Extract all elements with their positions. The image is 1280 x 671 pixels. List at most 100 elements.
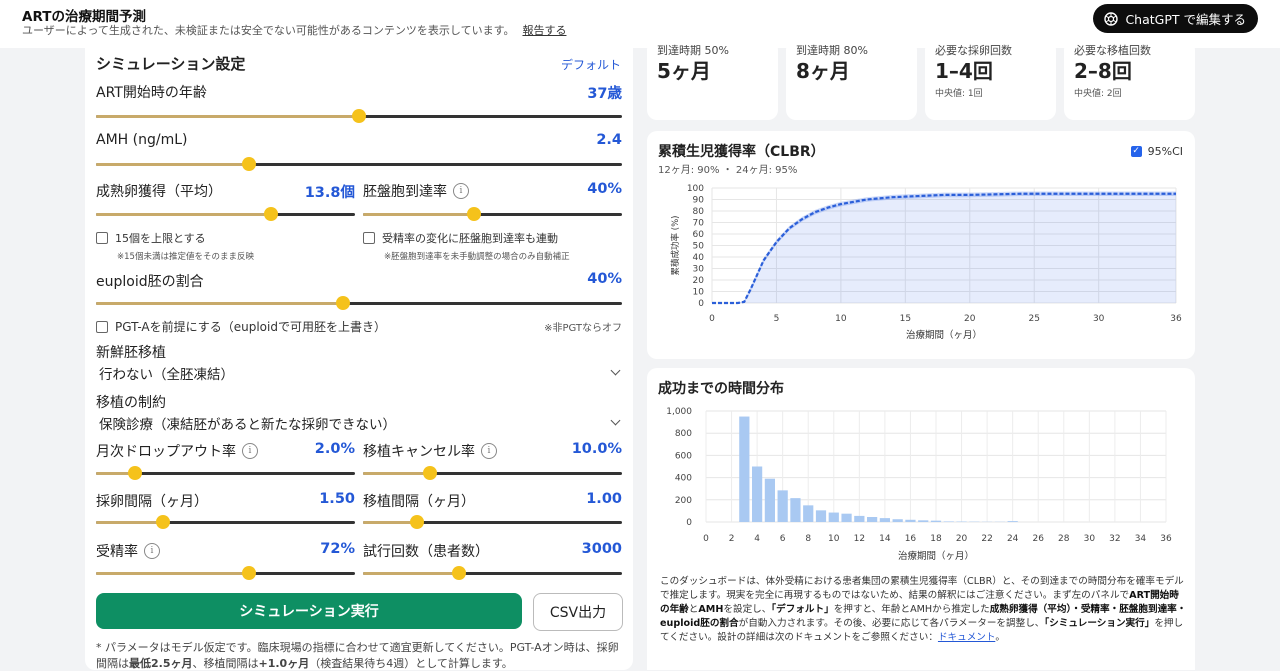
amh-value: 2.4 — [522, 132, 622, 148]
blast-slider[interactable] — [363, 213, 622, 216]
fertilization-slider-thumb[interactable] — [242, 566, 256, 580]
footnote-bold: +1.0ヶ月 — [259, 657, 310, 670]
histogram-bar — [944, 521, 954, 522]
desc-bold: 「シミュレーション実行」 — [1044, 618, 1154, 629]
info-icon[interactable]: i — [144, 543, 160, 559]
age-slider-thumb[interactable] — [352, 109, 366, 123]
eggs-slider-thumb[interactable] — [264, 207, 278, 221]
x-tick-label: 8 — [805, 534, 811, 544]
y-tick-label: 70 — [693, 219, 705, 229]
metric-value: 1–4回 — [935, 55, 993, 84]
trials-slider-thumb[interactable] — [452, 566, 466, 580]
retrieval-interval-slider-thumb[interactable] — [156, 515, 170, 529]
y-tick-label: 40 — [693, 253, 705, 263]
blast-label: 胚盤胞到達率 — [363, 181, 447, 201]
checkbox-unchecked[interactable] — [96, 321, 108, 333]
document-link[interactable]: ドキュメント — [938, 632, 995, 643]
age-value: 37歳 — [522, 82, 622, 103]
x-tick-label: 25 — [1028, 314, 1039, 324]
y-tick-label: 0 — [686, 518, 692, 528]
desc-text: このダッシュボードは、体外受精における患者集団の累積生児獲得率（CLBR）と、そ… — [660, 576, 1184, 601]
linked-label: 受精率の変化に胚盤胞到達率も連動 — [382, 230, 558, 246]
checkbox-unchecked[interactable] — [96, 232, 108, 244]
x-tick-label: 16 — [905, 534, 917, 544]
x-tick-label: 22 — [981, 534, 992, 544]
blast-slider-thumb[interactable] — [467, 207, 481, 221]
transfer-interval-slider[interactable] — [363, 521, 622, 524]
histogram-bar — [803, 505, 813, 522]
cancel-slider-thumb[interactable] — [423, 466, 437, 480]
x-tick-label: 4 — [754, 534, 760, 544]
metric-card: 必要な移植回数 2–8回 中央値: 2回 — [1064, 40, 1195, 120]
x-tick-label: 36 — [1160, 534, 1172, 544]
cap15-note: ※15個未満は推定値をそのまま反映 — [117, 250, 254, 262]
chevron-down-icon[interactable] — [611, 416, 621, 426]
eggs-slider[interactable] — [96, 213, 355, 216]
trials-slider[interactable] — [363, 572, 622, 575]
linked-checkbox[interactable]: 受精率の変化に胚盤胞到達率も連動 — [363, 230, 558, 246]
eggs-value: 13.8個 — [255, 181, 355, 202]
y-tick-label: 200 — [675, 496, 692, 506]
edit-in-chatgpt-label: ChatGPT で編集する — [1125, 9, 1246, 28]
cancel-label-wrap: 移植キャンセル率i — [363, 441, 497, 461]
y-tick-label: 10 — [693, 288, 705, 298]
x-tick-label: 32 — [1109, 534, 1120, 544]
edit-in-chatgpt-button[interactable]: ChatGPT で編集する — [1093, 4, 1258, 33]
x-tick-label: 28 — [1058, 534, 1070, 544]
cap15-label: 15個を上限とする — [115, 230, 206, 246]
cap15-checkbox[interactable]: 15個を上限とする — [96, 230, 206, 246]
report-link[interactable]: 報告する — [522, 24, 566, 37]
dropout-label: 月次ドロップアウト率 — [96, 441, 236, 461]
euploid-slider-thumb[interactable] — [336, 296, 350, 310]
constraint-select[interactable]: 保険診療（凍結胚があると新たな採卵できない） — [99, 413, 396, 433]
retrieval-interval-slider[interactable] — [96, 521, 355, 524]
desc-text: を押すと、年齢とAMHから推定した — [834, 604, 990, 615]
dropout-label-wrap: 月次ドロップアウト率i — [96, 441, 258, 461]
x-tick-label: 30 — [1084, 534, 1096, 544]
euploid-slider[interactable] — [96, 302, 622, 305]
run-simulation-button[interactable]: シミュレーション実行 — [96, 593, 522, 629]
dropout-slider-thumb[interactable] — [128, 466, 142, 480]
y-tick-label: 800 — [675, 429, 692, 439]
y-tick-label: 80 — [693, 207, 705, 217]
info-icon[interactable]: i — [481, 443, 497, 459]
histogram-bar — [752, 467, 762, 523]
x-tick-label: 24 — [1007, 534, 1019, 544]
chevron-down-icon[interactable] — [611, 366, 621, 376]
fresh-transfer-select[interactable]: 行わない（全胚凍結） — [99, 363, 234, 383]
default-link[interactable]: デフォルト — [561, 56, 621, 73]
amh-slider-thumb[interactable] — [242, 157, 256, 171]
y-tick-label: 60 — [693, 230, 705, 240]
info-icon[interactable]: i — [453, 183, 469, 199]
checkbox-unchecked[interactable] — [363, 232, 375, 244]
desc-text: 。 — [995, 632, 1005, 643]
y-tick-label: 20 — [693, 276, 705, 286]
distribution-chart: 02004006008001,0000246810121416182022242… — [647, 368, 1195, 573]
x-tick-label: 10 — [828, 534, 840, 544]
clbr-card: 累積生児獲得率（CLBR） 12ヶ月: 90% ・ 24ヶ月: 95% ✓95%… — [647, 131, 1195, 359]
metric-card: 必要な採卵回数 1–4回 中央値: 1回 — [925, 40, 1056, 120]
age-slider[interactable] — [96, 115, 622, 118]
clbr-chart: 010203040506070809010005101520253036治療期間… — [647, 131, 1195, 359]
histogram-bar — [816, 510, 826, 522]
transfer-interval-value: 1.00 — [522, 491, 622, 507]
x-tick-label: 18 — [930, 534, 942, 544]
dropout-slider[interactable] — [96, 472, 355, 475]
dashboard-description: このダッシュボードは、体外受精における患者集団の累積生児獲得率（CLBR）と、そ… — [660, 575, 1188, 645]
x-tick-label: 12 — [854, 534, 865, 544]
x-tick-label: 0 — [703, 534, 709, 544]
footnote: * パラメータはモデル仮定です。臨床現場の指標に合わせて適宜更新してください。P… — [96, 640, 626, 671]
x-axis-label: 治療期間（ヶ月） — [898, 550, 974, 562]
x-tick-label: 2 — [729, 534, 735, 544]
csv-export-button[interactable]: CSV出力 — [533, 593, 623, 631]
footnote-text: 、移植間隔は — [193, 657, 259, 670]
dropout-value: 2.0% — [255, 441, 355, 457]
amh-slider[interactable] — [96, 163, 622, 166]
fertilization-slider[interactable] — [96, 572, 355, 575]
pgta-checkbox[interactable]: PGT-Aを前提にする（euploidで可用胚を上書き） — [96, 318, 386, 335]
histogram-bar — [778, 490, 788, 522]
transfer-interval-slider-thumb[interactable] — [410, 515, 424, 529]
y-tick-label: 50 — [693, 242, 705, 252]
cancel-slider[interactable] — [363, 472, 622, 475]
footnote-bold: 最低2.5ヶ月 — [129, 657, 193, 670]
